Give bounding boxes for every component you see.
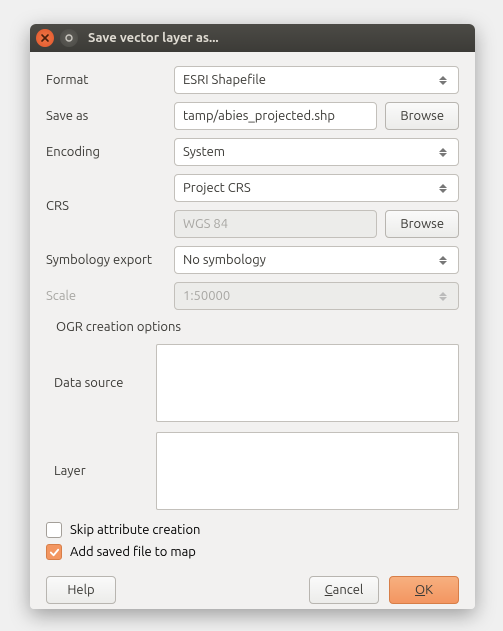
dialog-body: Format ESRI Shapefile Save as tamp/abies… [30, 52, 475, 609]
help-button[interactable]: Help [46, 576, 116, 604]
symbology-select[interactable]: No symbology [174, 246, 459, 274]
ok-button[interactable]: OK [389, 576, 459, 604]
close-icon[interactable] [36, 29, 54, 47]
spinner-icon [439, 256, 453, 265]
cancel-button[interactable]: Cancel [309, 576, 379, 604]
add-to-map-row: Add saved file to map [46, 544, 459, 560]
browse-saveas-button[interactable]: Browse [385, 102, 459, 130]
encoding-value: System [183, 145, 225, 159]
skip-attribute-checkbox[interactable] [46, 522, 62, 538]
symbology-value: No symbology [183, 253, 266, 267]
crs-mode-value: Project CRS [183, 181, 251, 195]
scale-value: 1:50000 [183, 289, 230, 303]
encoding-select[interactable]: System [174, 138, 459, 166]
symbology-label: Symbology export [46, 253, 166, 267]
crs-name-value: WGS 84 [183, 217, 368, 231]
spinner-icon [439, 184, 453, 193]
encoding-label: Encoding [46, 145, 166, 159]
layer-textarea[interactable] [156, 432, 459, 510]
titlebar: Save vector layer as... [30, 24, 475, 52]
skip-attribute-label: Skip attribute creation [70, 523, 200, 537]
form-grid: Format ESRI Shapefile Save as tamp/abies… [46, 66, 459, 310]
spinner-icon [439, 292, 453, 301]
spinner-icon [439, 76, 453, 85]
scale-label: Scale [46, 289, 166, 303]
datasource-textarea[interactable] [156, 344, 459, 422]
button-row: Help Cancel OK [46, 560, 459, 604]
format-label: Format [46, 73, 166, 87]
ogr-group-title: OGR creation options [54, 320, 459, 334]
browse-crs-button[interactable]: Browse [385, 210, 459, 238]
dialog-window: Save vector layer as... Format ESRI Shap… [30, 24, 475, 609]
dialog-title: Save vector layer as... [88, 31, 219, 45]
crs-label: CRS [46, 199, 166, 213]
skip-attribute-row: Skip attribute creation [46, 522, 459, 538]
datasource-label: Data source [46, 376, 146, 390]
layer-label: Layer [46, 464, 146, 478]
saveas-label: Save as [46, 109, 166, 123]
saveas-value: tamp/abies_projected.shp [183, 109, 368, 123]
saveas-input[interactable]: tamp/abies_projected.shp [174, 102, 377, 130]
format-value: ESRI Shapefile [183, 73, 266, 87]
add-to-map-checkbox[interactable] [46, 544, 62, 560]
crs-name-input: WGS 84 [174, 210, 377, 238]
minimize-icon[interactable] [60, 29, 78, 47]
spinner-icon [439, 148, 453, 157]
format-select[interactable]: ESRI Shapefile [174, 66, 459, 94]
crs-mode-select[interactable]: Project CRS [174, 174, 459, 202]
ogr-groupbox: OGR creation options Data source Layer S… [46, 320, 459, 560]
add-to-map-label: Add saved file to map [70, 545, 196, 559]
scale-select: 1:50000 [174, 282, 459, 310]
